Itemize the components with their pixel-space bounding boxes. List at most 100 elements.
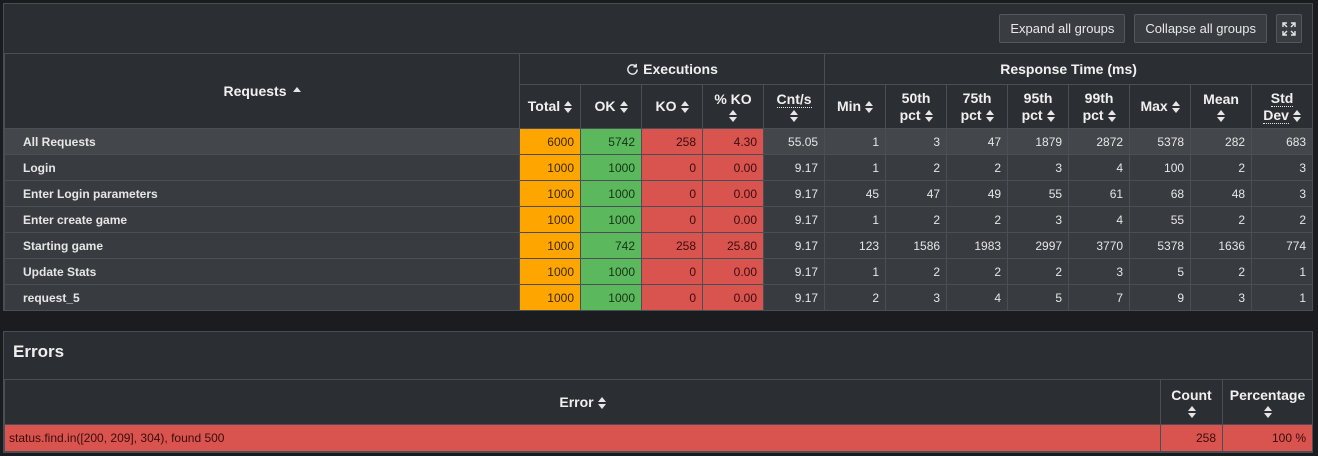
cnt-cell: 9.17 [762, 180, 826, 207]
percentage-column-header[interactable]: Percentage [1222, 379, 1313, 425]
p95-column-header[interactable]: 95th pct [1007, 84, 1070, 129]
sort-icon [729, 110, 737, 122]
requests-column-header[interactable]: Requests [4, 53, 520, 129]
std-cell: 774 [1251, 232, 1314, 259]
total-cell: 1000 [519, 258, 581, 285]
expand-all-groups-button[interactable]: Expand all groups [999, 14, 1126, 43]
table-row[interactable]: Enter create game 1000 1000 0 0.00 9.17 1 2 2 3 4 5… [4, 206, 1314, 233]
ok-cell: 742 [580, 232, 642, 259]
table-row[interactable]: Login 1000 1000 0 0.00 9.17 1 2 2 3 4 100 2 3 [4, 154, 1314, 181]
p50-column-header[interactable]: 50th pct [885, 84, 948, 129]
total-cell: 1000 [519, 154, 581, 181]
cnt-cell: 9.17 [762, 258, 826, 285]
ko-cell: 0 [641, 258, 703, 285]
pko-cell: 0.00 [702, 154, 764, 181]
refresh-icon [627, 64, 639, 76]
pko-cell: 0.00 [702, 284, 764, 311]
error-percentage-cell: 100 % [1222, 424, 1313, 452]
stddev-column-header[interactable]: Std Dev [1251, 84, 1314, 129]
min-cell: 1 [824, 128, 887, 155]
max-cell: 5378 [1129, 128, 1192, 155]
p50-cell: 2 [885, 258, 948, 285]
mean-cell: 2 [1190, 258, 1253, 285]
error-column-header[interactable]: Error [4, 379, 1161, 425]
total-cell: 6000 [519, 128, 581, 155]
p50-cell: 3 [885, 284, 948, 311]
p99-column-header[interactable]: 99th pct [1068, 84, 1131, 129]
mean-column-header[interactable]: Mean [1190, 84, 1253, 129]
std-cell: 683 [1251, 128, 1314, 155]
total-column-header[interactable]: Total [519, 84, 581, 129]
ok-cell: 1000 [580, 206, 642, 233]
table-row[interactable]: request_5 1000 1000 0 0.00 9.17 2 3 4 5 7 9 3 1 [4, 284, 1314, 311]
p50-cell: 2 [885, 154, 948, 181]
request-name-cell[interactable]: Enter create game [4, 206, 520, 233]
table-row[interactable]: All Requests 6000 5742 258 4.30 55.05 1 3 47 1879… [4, 128, 1314, 155]
pko-column-header[interactable]: % KO [702, 84, 764, 129]
ko-column-header[interactable]: KO [641, 84, 703, 129]
p99-cell: 3 [1068, 258, 1131, 285]
sort-icon [1171, 101, 1180, 114]
sort-icon [1292, 109, 1301, 122]
error-message-cell: status.find.in([200, 209], 304), found 5… [4, 424, 1161, 452]
request-name-cell[interactable]: Enter Login parameters [4, 180, 520, 207]
pko-cell: 0.00 [702, 180, 764, 207]
total-cell: 1000 [519, 284, 581, 311]
ok-cell: 1000 [580, 258, 642, 285]
request-name-cell[interactable]: Login [4, 154, 520, 181]
request-name-cell[interactable]: Starting game [4, 232, 520, 259]
errors-title: Errors [13, 342, 65, 361]
sort-icon [1187, 405, 1196, 418]
fullscreen-button[interactable] [1276, 14, 1302, 43]
executions-group-header: Executions [518, 53, 826, 85]
collapse-all-groups-button[interactable]: Collapse all groups [1134, 14, 1267, 43]
p99-cell: 3770 [1068, 232, 1131, 259]
sort-icon [1263, 405, 1272, 418]
p99-cell: 7 [1068, 284, 1131, 311]
errors-table: Error Count Percentage status.find.in([2… [4, 379, 1313, 452]
pko-cell: 0.00 [702, 206, 764, 233]
p75-cell: 2 [946, 206, 1009, 233]
max-column-header[interactable]: Max [1129, 84, 1192, 129]
p75-cell: 1983 [946, 232, 1009, 259]
sort-ascending-icon [292, 87, 301, 93]
statistics-panel: Expand all groups Collapse all groups Re… [3, 3, 1314, 311]
cnt-cell: 9.17 [762, 232, 826, 259]
request-name-cell[interactable]: Update Stats [4, 258, 520, 285]
p99-cell: 2872 [1068, 128, 1131, 155]
request-name-cell[interactable]: request_5 [4, 284, 520, 311]
max-cell: 55 [1129, 206, 1192, 233]
pko-cell: 25.80 [702, 232, 764, 259]
ok-column-header[interactable]: OK [580, 84, 642, 129]
min-cell: 45 [824, 180, 887, 207]
max-cell: 9 [1129, 284, 1192, 311]
sort-icon [619, 101, 628, 114]
total-cell: 1000 [519, 206, 581, 233]
std-cell: 2 [1251, 206, 1314, 233]
p99-cell: 61 [1068, 180, 1131, 207]
std-cell: 3 [1251, 154, 1314, 181]
max-cell: 5 [1129, 258, 1192, 285]
stats-toolbar: Expand all groups Collapse all groups [999, 14, 1302, 43]
p95-cell: 2997 [1007, 232, 1070, 259]
count-column-header[interactable]: Count [1160, 379, 1223, 425]
sort-icon [1046, 109, 1055, 122]
ok-cell: 1000 [580, 180, 642, 207]
sort-icon [985, 109, 994, 122]
total-cell: 1000 [519, 180, 581, 207]
p75-column-header[interactable]: 75th pct [946, 84, 1009, 129]
min-column-header[interactable]: Min [824, 84, 887, 129]
ko-cell: 0 [641, 284, 703, 311]
p75-cell: 2 [946, 154, 1009, 181]
sort-icon [790, 110, 799, 122]
p50-cell: 3 [885, 128, 948, 155]
table-row[interactable]: Enter Login parameters 1000 1000 0 0.00 9.17 4… [4, 180, 1314, 207]
request-name-cell[interactable]: All Requests [4, 128, 520, 155]
table-row[interactable]: Update Stats 1000 1000 0 0.00 9.17 1 2 2 2 3 5 2 1 [4, 258, 1314, 285]
ok-cell: 1000 [580, 154, 642, 181]
cnt-cell: 9.17 [762, 154, 826, 181]
max-cell: 100 [1129, 154, 1192, 181]
cnt-column-header[interactable]: Cnt/s [762, 84, 826, 129]
ko-cell: 0 [641, 206, 703, 233]
table-row[interactable]: Starting game 1000 742 258 25.80 9.17 123 1586 1… [4, 232, 1314, 259]
